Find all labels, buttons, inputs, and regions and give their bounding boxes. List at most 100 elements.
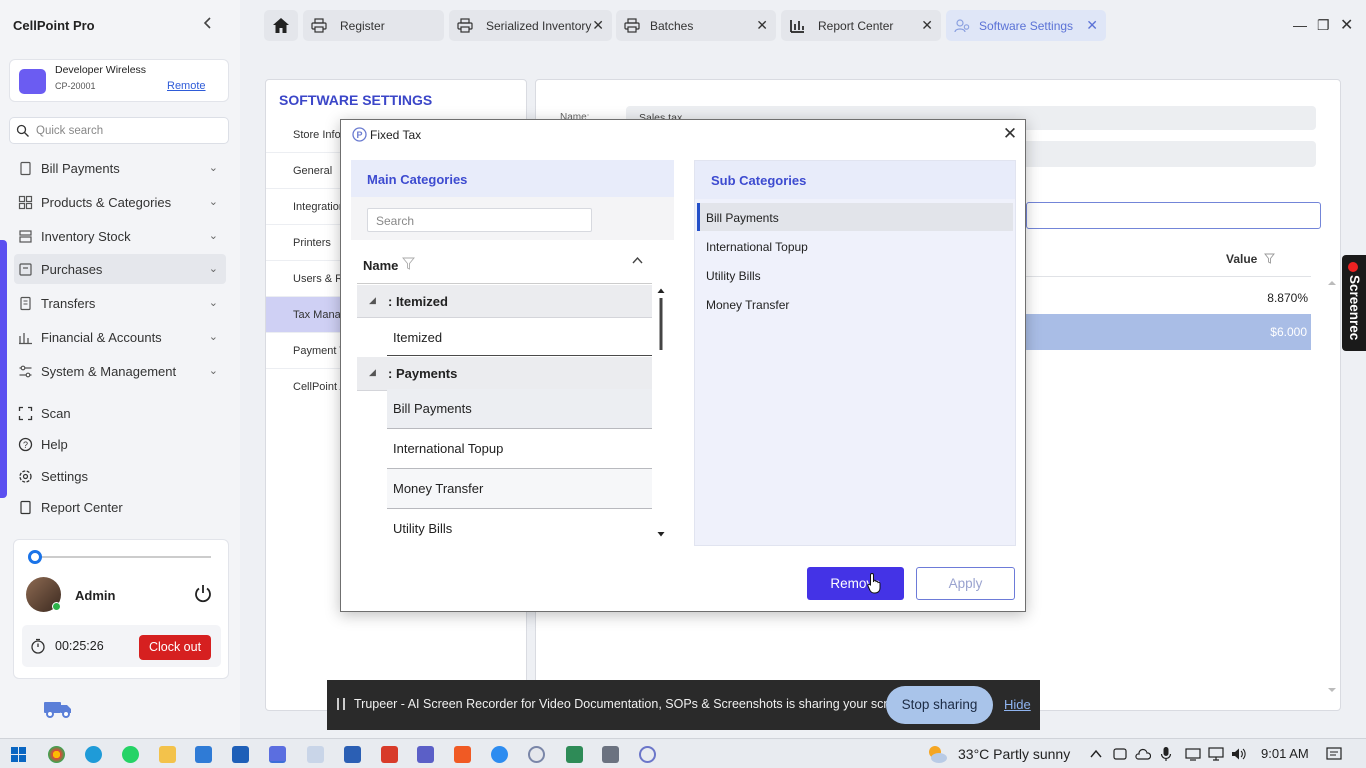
nav-help[interactable]: ? Help	[14, 429, 226, 459]
name-column-label: Name	[363, 258, 399, 273]
focused-input[interactable]	[1026, 202, 1321, 229]
nav-financial-accounts[interactable]: Financial & Accounts ⌄	[14, 322, 226, 352]
close-window-button[interactable]: ✕	[1340, 15, 1353, 35]
collapse-triangle-icon[interactable]: ◢	[369, 295, 376, 306]
sub-category-item[interactable]: Money Transfer	[697, 290, 1013, 318]
chevron-up-icon[interactable]	[632, 256, 643, 264]
nav-bill-payments[interactable]: Bill Payments ⌄	[14, 153, 226, 183]
screenrec-tab[interactable]: Screenrec	[1342, 255, 1366, 351]
whatsapp-icon[interactable]	[122, 746, 139, 763]
calculator-icon[interactable]	[602, 746, 619, 763]
speaker-icon[interactable]	[1231, 747, 1247, 761]
tab-register[interactable]: Register	[303, 10, 444, 41]
quick-search-input[interactable]	[36, 122, 221, 140]
notifications-icon[interactable]	[1326, 746, 1342, 762]
selected-row[interactable]: $6.000	[1026, 314, 1311, 350]
pause-icon[interactable]	[337, 698, 345, 710]
minimize-button[interactable]: —	[1293, 17, 1307, 33]
stop-sharing-button[interactable]: Stop sharing	[886, 686, 993, 724]
clock-out-button[interactable]: Clock out	[139, 635, 211, 660]
nav-products-categories[interactable]: Products & Categories ⌄	[14, 187, 226, 217]
nav-label: Inventory Stock	[41, 229, 131, 244]
loading-app-icon[interactable]	[639, 746, 656, 763]
partly-sunny-icon[interactable]	[926, 743, 948, 765]
close-icon[interactable]: ✕	[1002, 125, 1018, 143]
delivery-truck-icon[interactable]	[42, 697, 74, 719]
chevron-up-icon[interactable]	[1090, 749, 1102, 758]
nav-purchases[interactable]: Purchases ⌄	[14, 254, 226, 284]
chevron-down-icon: ⌄	[208, 196, 218, 208]
tray-app-icon[interactable]	[1113, 747, 1127, 761]
close-icon[interactable]: ✕	[1086, 17, 1098, 34]
file-explorer-icon[interactable]	[159, 746, 176, 763]
hide-link[interactable]: Hide	[1004, 697, 1031, 712]
sub-category-item[interactable]: International Topup	[697, 232, 1013, 260]
nav-system-management[interactable]: System & Management ⌄	[14, 356, 226, 386]
filter-icon[interactable]	[1264, 253, 1275, 264]
display-icon[interactable]	[1208, 747, 1224, 761]
onedrive-icon[interactable]	[1135, 747, 1151, 761]
chrome-icon[interactable]	[48, 746, 65, 763]
anydesk-icon[interactable]	[381, 746, 398, 763]
group-row-payments[interactable]: ◢ : Payments	[357, 357, 652, 391]
category-row[interactable]: International Topup	[387, 429, 652, 469]
windows-start-icon[interactable]	[11, 747, 26, 762]
nav-report-center[interactable]: Report Center	[14, 492, 226, 522]
tab-label: Serialized Inventory	[486, 19, 592, 33]
chevron-down-icon: ⌄	[208, 297, 218, 309]
category-row[interactable]: Bill Payments	[387, 389, 652, 429]
close-icon[interactable]: ✕	[921, 17, 933, 34]
tab-serialized-inventory[interactable]: Serialized Inventory ✕	[449, 10, 612, 41]
category-label: Money Transfer	[393, 481, 484, 496]
network-icon[interactable]	[1185, 747, 1201, 761]
status-slider-knob[interactable]	[28, 550, 42, 564]
category-row[interactable]: Itemized	[387, 318, 652, 356]
category-row[interactable]: Utility Bills	[387, 509, 652, 543]
group-row-itemized[interactable]: ◢ : Itemized	[357, 285, 652, 318]
collapse-sidebar-button[interactable]	[200, 16, 216, 34]
restore-button[interactable]: ❐	[1317, 17, 1330, 34]
window-app-icon[interactable]	[344, 746, 361, 763]
tab-software-settings[interactable]: Software Settings ✕	[946, 10, 1106, 41]
tab-batches[interactable]: Batches ✕	[616, 10, 776, 41]
sub-category-item[interactable]: Bill Payments	[697, 203, 1013, 231]
cloud-app-icon[interactable]	[307, 746, 324, 763]
nav-transfers[interactable]: Transfers ⌄	[14, 288, 226, 318]
value-column-header[interactable]: Value	[1226, 252, 1275, 266]
nav-label: Products & Categories	[41, 195, 172, 210]
category-row[interactable]: Money Transfer	[387, 469, 652, 509]
nav-inventory-stock[interactable]: Inventory Stock ⌄	[14, 221, 226, 251]
grid-scrollbar[interactable]	[656, 285, 666, 540]
tab-home[interactable]	[264, 10, 298, 41]
close-icon[interactable]: ✕	[592, 17, 604, 34]
app-title: CellPoint Pro	[13, 18, 95, 33]
tab-report-center[interactable]: Report Center ✕	[781, 10, 941, 41]
store-mode-link[interactable]: Remote	[167, 80, 206, 92]
name-column-header[interactable]: Name	[357, 246, 652, 284]
nav-settings[interactable]: Settings	[14, 461, 226, 491]
remove-button[interactable]: Remove	[807, 567, 904, 600]
edge-icon[interactable]	[85, 746, 102, 763]
status-slider-track[interactable]	[30, 556, 211, 558]
store-card[interactable]: Developer Wireless CP-20001 Remote	[9, 59, 229, 102]
apply-button[interactable]: Apply	[916, 567, 1015, 600]
brave-icon[interactable]	[454, 746, 471, 763]
tab-label: Software Settings	[979, 19, 1074, 33]
close-icon[interactable]: ✕	[756, 17, 768, 34]
microphone-icon[interactable]	[1160, 746, 1172, 762]
store-icon[interactable]	[195, 746, 212, 763]
app-icon[interactable]	[528, 746, 545, 763]
filter-icon[interactable]	[402, 257, 415, 270]
collapse-triangle-icon[interactable]: ◢	[369, 367, 376, 378]
teams-icon[interactable]	[417, 746, 434, 763]
sub-category-item[interactable]: Utility Bills	[697, 261, 1013, 289]
cellpoint-taskbar-icon[interactable]	[269, 746, 286, 763]
app-icon[interactable]	[566, 746, 583, 763]
sub-categories-panel: Sub Categories Bill Payments Internation…	[694, 160, 1016, 546]
app-icon[interactable]	[232, 746, 249, 763]
nav-scan[interactable]: Scan	[14, 398, 226, 428]
category-search-input[interactable]	[376, 212, 586, 229]
scrollbar[interactable]	[1326, 243, 1338, 698]
browser-icon[interactable]	[491, 746, 508, 763]
power-icon[interactable]	[192, 583, 214, 605]
